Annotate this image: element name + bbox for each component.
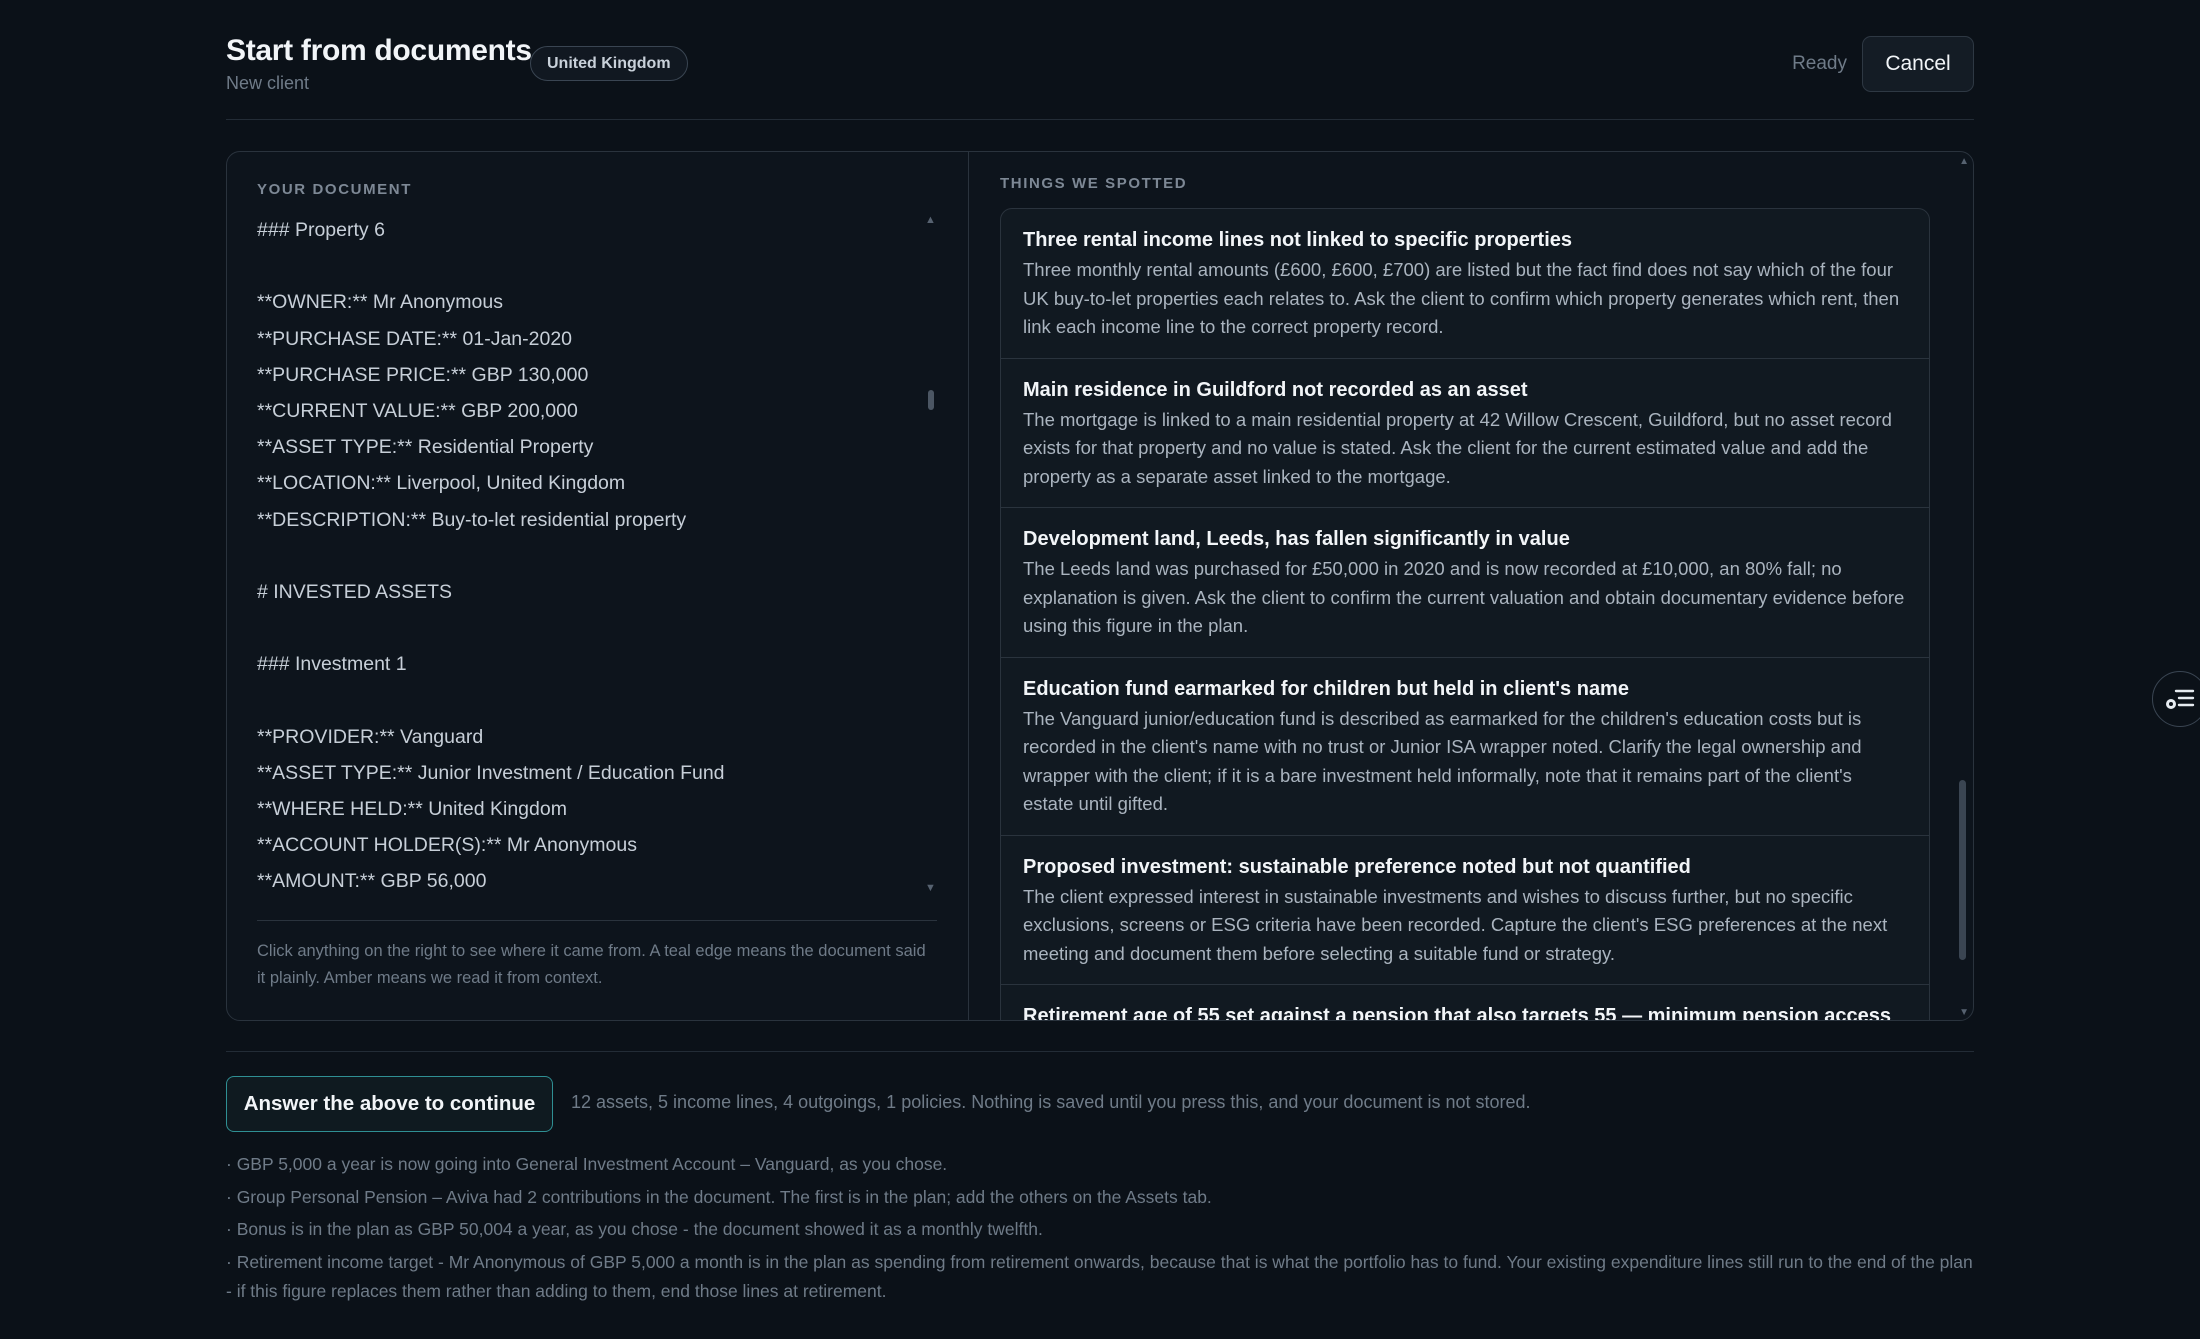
finding-body: Three monthly rental amounts (£600, £600… (1023, 259, 1900, 337)
finding-title: Proposed investment: sustainable prefere… (1023, 855, 1691, 878)
findings-label: THINGS WE SPOTTED (1000, 175, 1188, 192)
document-line: ### Property 6 (257, 219, 385, 241)
finding-card[interactable]: Retirement age of 55 set against a pensi… (1001, 985, 1929, 1021)
page-title: Start from documents (226, 34, 532, 67)
scroll-up-icon[interactable]: ▲ (1959, 156, 1969, 167)
finding-body: The Vanguard junior/education fund is de… (1023, 707, 1862, 815)
document-scrollbar-thumb[interactable] (928, 390, 934, 410)
document-line: **CURRENT VALUE:** GBP 200,000 (257, 399, 578, 422)
note-item: · GBP 5,000 a year is now going into Gen… (226, 1154, 948, 1174)
finding-card[interactable]: Development land, Leeds, has fallen sign… (1001, 508, 1929, 658)
continue-button[interactable]: Answer the above to continue (226, 1076, 553, 1132)
main-panel: YOUR DOCUMENT ### Property 6 **OWNER:** … (226, 151, 1974, 1021)
list-settings-icon[interactable] (2152, 671, 2200, 727)
finding-card[interactable]: Main residence in Guildford not recorded… (1001, 359, 1929, 508)
finding-title: Main residence in Guildford not recorded… (1023, 378, 1528, 401)
divider (226, 1051, 1974, 1052)
document-line: **ASSET TYPE:** Residential Property (257, 436, 594, 459)
document-line: **PROVIDER:** Vanguard (257, 725, 484, 748)
finding-body: The Leeds land was purchased for £50,000… (1023, 558, 1905, 636)
document-line: **OWNER:** Mr Anonymous (257, 291, 503, 314)
document-line: **LOCATION:** Liverpool, United Kingdom (257, 472, 626, 495)
status-text: Ready (1792, 53, 1847, 74)
notes-list: · GBP 5,000 a year is now going into Gen… (226, 1150, 1974, 1309)
finding-title: Education fund earmarked for children bu… (1023, 677, 1629, 700)
finding-body: The mortgage is linked to a main residen… (1023, 408, 1892, 487)
document-text[interactable]: ### Property 6 **OWNER:** Mr Anonymous *… (257, 212, 917, 900)
divider (257, 920, 937, 921)
findings-scrollbar-thumb[interactable] (1959, 780, 1966, 960)
note-item: · Group Personal Pension – Aviva had 2 c… (226, 1186, 1212, 1207)
finding-title: Retirement age of 55 set against a pensi… (1023, 1005, 1892, 1021)
note-item: · Bonus is in the plan as GBP 50,004 a y… (226, 1219, 1043, 1239)
document-line: **ASSET TYPE:** Junior Investment / Educ… (257, 761, 725, 784)
page-subtitle: New client (226, 73, 310, 93)
finding-card[interactable]: Three rental income lines not linked to … (1001, 209, 1929, 359)
document-line: **PURCHASE PRICE:** GBP 130,000 (257, 363, 589, 386)
document-line: **AMOUNT:** GBP 56,000 (257, 870, 487, 893)
scroll-up-icon[interactable]: ▲ (925, 214, 936, 226)
finding-card[interactable]: Proposed investment: sustainable prefere… (1001, 836, 1929, 985)
cancel-button[interactable]: Cancel (1862, 36, 1974, 92)
finding-card[interactable]: Education fund earmarked for children bu… (1001, 658, 1929, 836)
finding-body: The client expressed interest in sustain… (1023, 885, 1888, 964)
document-label: YOUR DOCUMENT (257, 181, 412, 198)
document-pane: YOUR DOCUMENT ### Property 6 **OWNER:** … (227, 152, 969, 1020)
scroll-down-icon[interactable]: ▼ (1959, 1007, 1969, 1018)
finding-title: Three rental income lines not linked to … (1023, 229, 1573, 251)
note-item: · Retirement income target - Mr Anonymou… (226, 1251, 1973, 1301)
document-line: **ACCOUNT HOLDER(S):** Mr Anonymous (257, 834, 637, 857)
document-hint: Click anything on the right to see where… (257, 942, 926, 987)
findings-list: Three rental income lines not linked to … (1000, 208, 1930, 1021)
scroll-down-icon[interactable]: ▼ (925, 882, 936, 894)
document-line: ### Investment 1 (257, 653, 407, 676)
document-line: **WHERE HELD:** United Kingdom (257, 798, 567, 820)
page-header: Start from documents New client United K… (226, 0, 1974, 120)
findings-pane: THINGS WE SPOTTED Three rental income li… (970, 152, 1973, 1021)
list-settings-icon-glyph (2166, 689, 2195, 709)
region-badge: United Kingdom (530, 46, 688, 81)
finding-title: Development land, Leeds, has fallen sign… (1023, 528, 1570, 550)
page: Start from documents New client United K… (226, 0, 1974, 1301)
document-line: **DESCRIPTION:** Buy-to-let residential … (257, 508, 687, 531)
import-summary: 12 assets, 5 income lines, 4 outgoings, … (571, 1092, 1531, 1112)
document-line: **PURCHASE DATE:** 01-Jan-2020 (257, 327, 573, 350)
document-line: # INVESTED ASSETS (257, 580, 453, 603)
